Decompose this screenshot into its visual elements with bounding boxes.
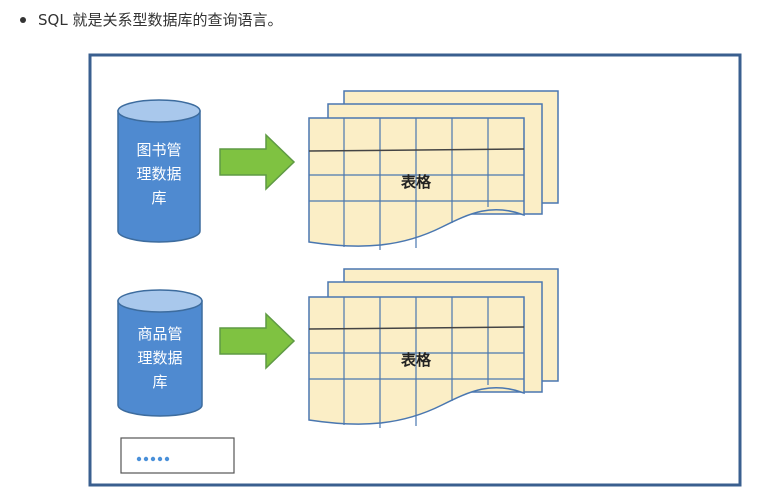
database-label-line-2: 理数据 xyxy=(136,165,181,183)
more-box-frame xyxy=(120,437,235,474)
bullet-list-item: SQL 就是关系型数据库的查询语言。 xyxy=(0,0,779,40)
database-cylinder-1: 图书管 理数据 库 xyxy=(117,99,201,243)
database-label-line-3: 库 xyxy=(151,189,166,207)
database-cylinder-2: 商品管 理数据 库 xyxy=(117,289,203,417)
database-label-line-1: 商品管 xyxy=(137,325,182,343)
database-label-line-2: 理数据 xyxy=(137,349,182,367)
database-diagram: 图书管 理数据 库 表格 商品管 理数据 库 表格 xyxy=(88,53,742,487)
bullet-icon xyxy=(20,17,26,23)
database-label-line-1: 图书管 xyxy=(136,141,181,159)
cylinder-top xyxy=(117,99,201,123)
cylinder-top xyxy=(117,289,203,313)
bullet-text: SQL 就是关系型数据库的查询语言。 xyxy=(38,11,283,29)
database-label-line-3: 库 xyxy=(152,373,167,391)
table-label: 表格 xyxy=(401,351,432,369)
page: SQL 就是关系型数据库的查询语言。 图书管 理数据 库 表格 商品管 理数据 … xyxy=(0,0,779,497)
table-label: 表格 xyxy=(401,173,432,191)
more-databases-box xyxy=(120,437,235,474)
